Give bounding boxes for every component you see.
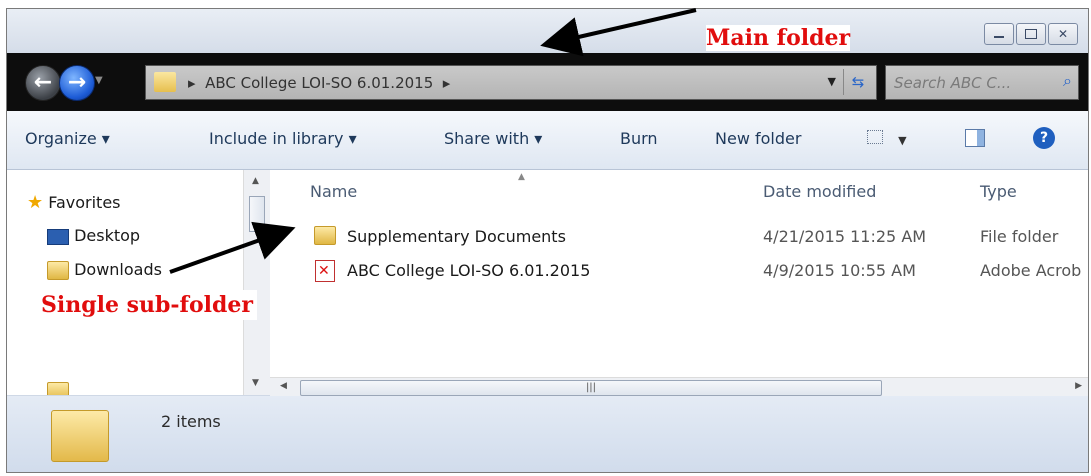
details-pane: 2 items xyxy=(7,396,1088,472)
scroll-thumb[interactable]: ||| xyxy=(300,380,882,396)
explorer-window: ✕ ← → ▼ ▸ ABC College LOI-SO 6.01.2015 ▸… xyxy=(6,8,1089,473)
annotation-main-folder: Main folder xyxy=(706,25,851,51)
forward-arrow-icon: → xyxy=(67,70,87,95)
preview-pane-button[interactable] xyxy=(965,129,985,151)
scroll-down-icon[interactable]: ▼ xyxy=(252,378,259,388)
file-name: ABC College LOI-SO 6.01.2015 xyxy=(347,261,591,280)
file-type: File folder xyxy=(980,227,1059,246)
recent-pages-dropdown-icon[interactable]: ▼ xyxy=(95,75,103,86)
file-list: Name ▲ Date modified Type Supplementary … xyxy=(270,170,1088,377)
scroll-left-icon[interactable]: ◀ xyxy=(280,381,287,391)
nav-item-desktop[interactable]: Desktop xyxy=(47,226,140,245)
help-icon: ? xyxy=(1033,127,1055,149)
close-icon: ✕ xyxy=(1057,27,1069,41)
navigation-pane: ★ Favorites Desktop Downloads xyxy=(7,170,270,395)
back-arrow-icon: ← xyxy=(33,70,53,95)
nav-scrollbar[interactable]: ▲ ▼ xyxy=(243,170,270,395)
scroll-right-icon[interactable]: ▶ xyxy=(1075,381,1082,391)
view-grid-icon xyxy=(867,130,883,144)
column-header-name[interactable]: Name xyxy=(310,182,357,201)
search-icon[interactable]: ⌕ xyxy=(1063,71,1072,91)
include-in-library-button[interactable]: Include in library ▾ xyxy=(209,129,357,148)
title-bar: ✕ xyxy=(7,9,1088,53)
search-placeholder: Search ABC C... xyxy=(894,74,1012,92)
new-folder-button[interactable]: New folder xyxy=(715,129,801,148)
scroll-up-icon[interactable]: ▲ xyxy=(252,176,259,186)
file-date: 4/21/2015 11:25 AM xyxy=(763,227,927,246)
nav-item-partial xyxy=(47,322,167,340)
column-header-date-modified[interactable]: Date modified xyxy=(763,182,876,201)
view-options-button[interactable]: ▼ xyxy=(867,129,907,148)
refresh-icon[interactable]: ⇆ xyxy=(843,69,872,95)
forward-button[interactable]: → xyxy=(59,65,95,101)
item-count: 2 items xyxy=(161,412,221,431)
breadcrumb-path[interactable]: ABC College LOI-SO 6.01.2015 xyxy=(205,74,433,92)
address-bar[interactable]: ▸ ABC College LOI-SO 6.01.2015 ▸ ▼ ⇆ xyxy=(145,65,877,100)
file-type: Adobe Acrob xyxy=(980,261,1082,280)
breadcrumb-separator-icon: ▸ xyxy=(188,74,196,92)
help-button[interactable]: ? xyxy=(1033,127,1055,149)
desktop-icon xyxy=(47,228,69,245)
breadcrumb-chevron-icon[interactable]: ▸ xyxy=(443,74,451,92)
minimize-icon xyxy=(994,36,1004,38)
close-button[interactable]: ✕ xyxy=(1048,23,1078,45)
back-button[interactable]: ← xyxy=(25,65,61,101)
horizontal-scrollbar[interactable]: ◀ ||| ▶ xyxy=(270,377,1088,396)
folder-icon xyxy=(154,72,176,92)
maximize-button[interactable] xyxy=(1016,23,1046,45)
minimize-button[interactable] xyxy=(984,23,1014,45)
file-date: 4/9/2015 10:55 AM xyxy=(763,261,916,280)
address-dropdown-icon[interactable]: ▼ xyxy=(828,75,836,88)
maximize-icon xyxy=(1025,29,1037,39)
share-with-button[interactable]: Share with ▾ xyxy=(444,129,542,148)
burn-button[interactable]: Burn xyxy=(620,129,658,148)
scroll-thumb[interactable] xyxy=(249,196,265,232)
folder-icon xyxy=(314,226,336,245)
annotation-single-sub-folder: Single sub-folder xyxy=(37,290,257,320)
file-name: Supplementary Documents xyxy=(347,227,566,246)
column-header-type[interactable]: Type xyxy=(980,182,1017,201)
libraries-folder-icon xyxy=(47,382,69,395)
nav-item-favorites[interactable]: ★ Favorites xyxy=(27,192,121,213)
star-icon: ★ xyxy=(27,192,44,213)
downloads-folder-icon xyxy=(47,261,69,280)
pdf-file-icon xyxy=(315,260,335,282)
search-box[interactable]: Search ABC C... ⌕ xyxy=(885,65,1079,100)
preview-pane-icon xyxy=(965,129,985,147)
nav-item-downloads[interactable]: Downloads xyxy=(47,260,162,280)
command-bar: Organize ▾ Include in library ▾ Share wi… xyxy=(7,111,1088,170)
organize-button[interactable]: Organize ▾ xyxy=(25,129,110,148)
sort-ascending-icon: ▲ xyxy=(518,172,525,182)
chevron-down-icon: ▼ xyxy=(898,134,907,147)
address-bar-region: ← → ▼ ▸ ABC College LOI-SO 6.01.2015 ▸ ▼… xyxy=(7,53,1088,111)
large-folder-icon xyxy=(51,410,109,462)
